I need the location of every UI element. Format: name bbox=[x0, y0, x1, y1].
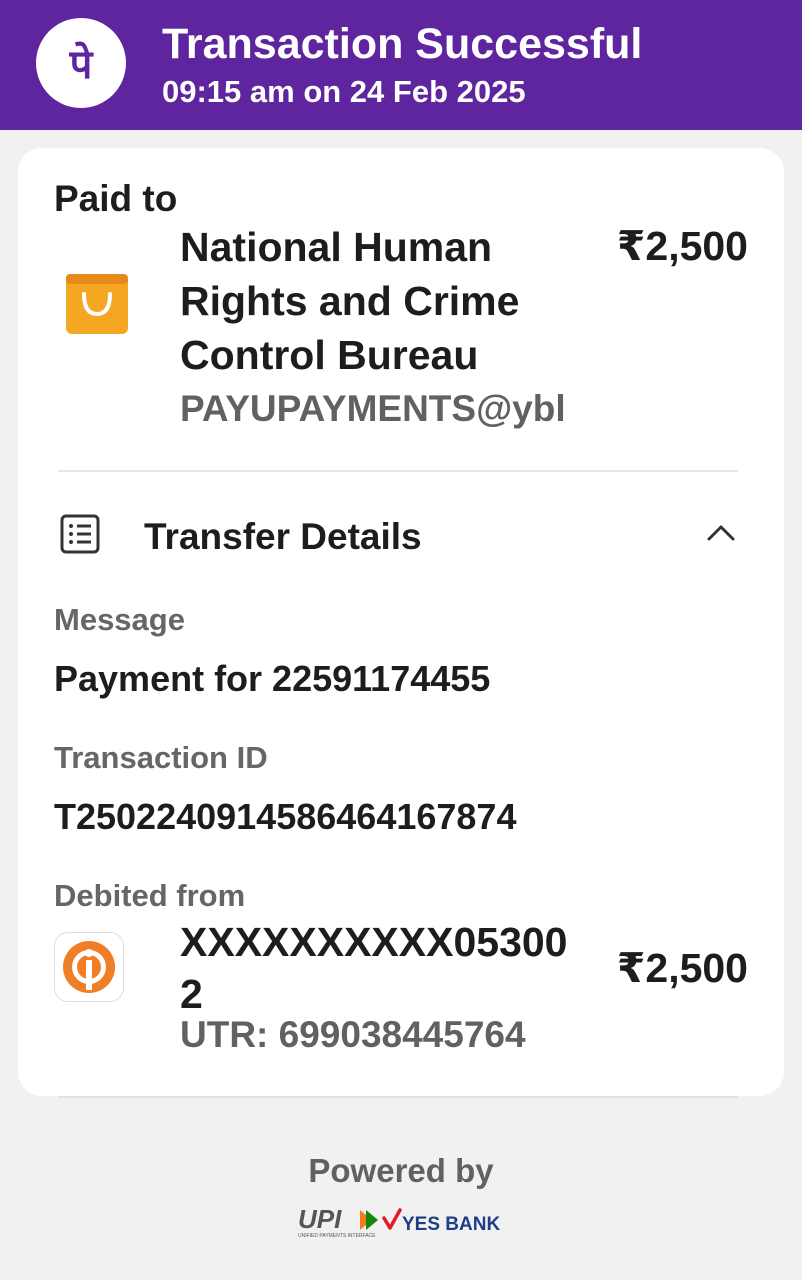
merchant-name: National Human Rights and Crime Control … bbox=[180, 224, 520, 378]
debited-from-label: Debited from bbox=[54, 878, 246, 913]
paid-amount: ₹2,500 bbox=[616, 223, 748, 269]
svg-text:YES BANK: YES BANK bbox=[402, 1214, 500, 1235]
message-value: Payment for 22591174455 bbox=[54, 658, 491, 699]
receipt-list-icon bbox=[60, 514, 100, 554]
shopping-bag-icon bbox=[64, 270, 130, 336]
merchant-vpa: PAYUPAYMENTS@ybl bbox=[180, 388, 566, 429]
transaction-id-value: T2502240914586464167874 bbox=[54, 796, 517, 837]
paid-to-label: Paid to bbox=[54, 178, 178, 219]
svg-text:पे: पे bbox=[69, 41, 94, 88]
bank-logo-icon bbox=[54, 932, 124, 1002]
chevron-up-icon[interactable] bbox=[704, 516, 738, 550]
svg-text:UNIFIED PAYMENTS INTERFACE: UNIFIED PAYMENTS INTERFACE bbox=[298, 1233, 376, 1239]
svg-text:UPI: UPI bbox=[298, 1204, 342, 1234]
utr-number: UTR: 699038445764 bbox=[180, 1014, 526, 1055]
section-divider bbox=[58, 470, 738, 472]
debited-amount: ₹2,500 bbox=[616, 945, 748, 991]
status-title: Transaction Successful bbox=[162, 20, 643, 68]
transaction-header: पे Transaction Successful 09:15 am on 24… bbox=[0, 0, 802, 130]
phonepe-logo-icon: पे bbox=[36, 18, 126, 108]
footer-divider bbox=[58, 1096, 738, 1098]
message-label: Message bbox=[54, 602, 185, 637]
transfer-details-title: Transfer Details bbox=[144, 516, 422, 557]
transaction-id-label: Transaction ID bbox=[54, 740, 268, 775]
powered-by-label: Powered by bbox=[308, 1152, 494, 1189]
transaction-card: Paid to National Human Rights and Crime … bbox=[18, 148, 784, 1096]
upi-yesbank-logo: UPI UNIFIED PAYMENTS INTERFACE YES BANK bbox=[296, 1204, 516, 1240]
account-number: XXXXXXXXXX053002 bbox=[180, 919, 568, 1017]
transaction-datetime: 09:15 am on 24 Feb 2025 bbox=[162, 74, 526, 109]
